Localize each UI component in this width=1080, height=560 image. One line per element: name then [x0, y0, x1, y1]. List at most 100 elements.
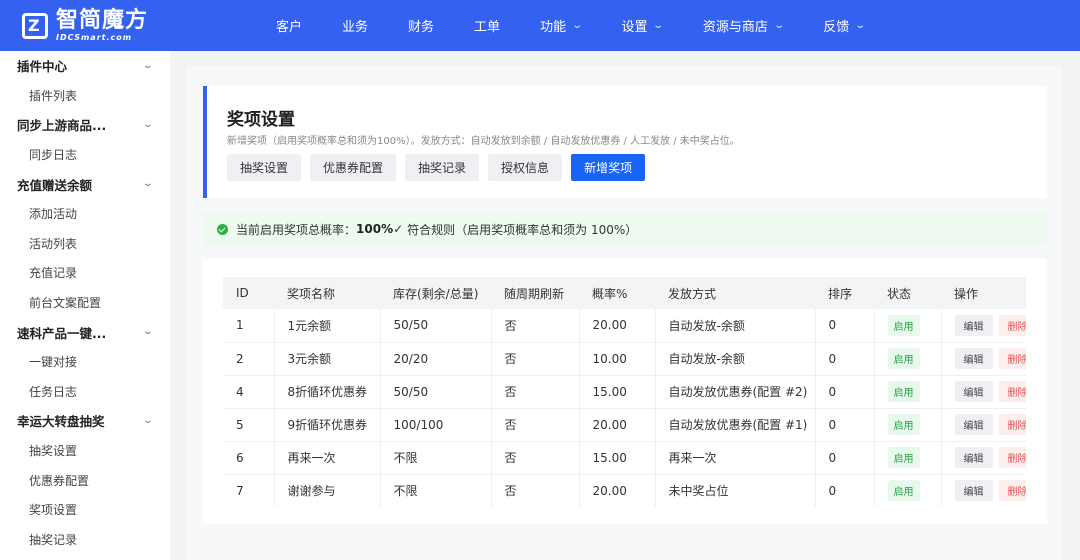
sidebar-item-label: 充值记录	[29, 266, 78, 281]
column-header: 排序	[815, 277, 874, 309]
status-badge: 启用	[887, 381, 920, 402]
edit-button[interactable]: 编辑	[954, 348, 993, 369]
cell-refresh: 否	[491, 309, 580, 343]
sidebar-item[interactable]: 插件列表	[0, 81, 170, 111]
chevron-down-icon: ⌄	[652, 20, 665, 31]
status-badge: 启用	[887, 414, 920, 435]
sidebar-item[interactable]: 抽奖设置	[0, 436, 170, 466]
cell-sort: 0	[815, 342, 875, 376]
cell-stock: 50/50	[380, 375, 492, 409]
page-title: 奖项设置	[227, 110, 295, 130]
sidebar-item-label: 添加活动	[29, 207, 78, 222]
cell-status: 启用	[874, 474, 942, 507]
table-row: 2 3元余额 20/20 否 10.00 自动发放-余额 0 启用 编辑 删除	[223, 342, 1026, 376]
sidebar-item[interactable]: 同步日志	[0, 140, 170, 170]
sidebar-item[interactable]: 优惠券配置	[0, 465, 170, 495]
column-header: 随周期刷新	[491, 277, 579, 309]
sidebar-group[interactable]: 充值赠送余额 ⌄	[0, 169, 170, 199]
cell-sort: 0	[815, 408, 875, 442]
sidebar-item[interactable]: 一键对接	[0, 347, 170, 377]
cell-stock: 50/50	[380, 309, 492, 343]
edit-button[interactable]: 编辑	[954, 447, 993, 468]
sidebar-item-label: 一键对接	[29, 355, 78, 370]
edit-button[interactable]: 编辑	[954, 480, 993, 501]
nav-item-label: 财务	[408, 20, 435, 35]
logo-mark-icon: Z	[22, 13, 48, 39]
sidebar-item-label: 抽奖记录	[29, 532, 78, 547]
delete-button[interactable]: 删除	[998, 480, 1026, 501]
sidebar-group-label: 速科产品一键...	[17, 325, 107, 341]
sidebar-item[interactable]: 前台文案配置	[0, 288, 170, 318]
tab-button-4[interactable]: 新增奖项	[571, 154, 646, 181]
nav-item-5[interactable]: 设置 ⌄	[601, 0, 682, 51]
tab-button-3[interactable]: 授权信息	[488, 154, 563, 181]
sidebar-item-label: 插件列表	[29, 88, 78, 103]
sidebar-item-label: 任务日志	[29, 384, 78, 399]
cell-stock: 20/20	[380, 342, 492, 376]
sidebar-item[interactable]: 活动列表	[0, 229, 170, 259]
cell-refresh: 否	[491, 408, 580, 442]
tab-button-1[interactable]: 优惠券配置	[310, 154, 397, 181]
nav-item-1[interactable]: 业务	[322, 0, 388, 51]
sidebar-item[interactable]: 奖项设置	[0, 495, 170, 525]
status-badge: 启用	[887, 314, 920, 336]
nav-item-3[interactable]: 工单	[454, 0, 520, 51]
sidebar-group-label: 幸运大转盘抽奖	[17, 414, 105, 430]
nav-item-4[interactable]: 功能 ⌄	[520, 0, 601, 51]
table-row: 7 谢谢参与 不限否 20.00 未中奖占位 0 启用 编辑 删除	[223, 474, 1026, 507]
sidebar-item[interactable]: 充值记录	[0, 258, 170, 288]
chevron-down-icon: ⌄	[773, 20, 785, 31]
cell-prob: 15.00	[579, 375, 656, 409]
logo[interactable]: Z 智简魔方 IDCSmart.com	[22, 10, 148, 42]
cell-method: 自动发放优惠券(配置 #2)	[655, 375, 816, 409]
page-description: 新增奖项（启用奖项概率总和须为100%）。发放方式：自动发放到余额 / 自动发放…	[227, 136, 740, 147]
edit-button[interactable]: 编辑	[954, 414, 993, 435]
nav-item-label: 功能	[540, 20, 567, 35]
nav-item-label: 反馈	[823, 20, 850, 35]
table-row: 6 再来一次 不限否 15.00 再来一次 0 启用 编辑 删除	[223, 441, 1026, 475]
sidebar-group[interactable]: 幸运大转盘抽奖 ⌄	[0, 406, 170, 436]
cell-prob: 15.00	[579, 441, 656, 475]
sidebar-item[interactable]: 抽奖记录	[0, 525, 170, 555]
delete-button[interactable]: 删除	[998, 314, 1026, 336]
delete-button[interactable]: 删除	[998, 447, 1026, 468]
sidebar-item-label: 同步日志	[29, 148, 78, 163]
tab-button-0[interactable]: 抽奖设置	[227, 154, 302, 181]
cell-prob: 20.00	[579, 408, 656, 442]
cell-refresh: 否	[491, 474, 580, 507]
notice-rule: 符合规则（启用奖项概率总和须为 100%）	[407, 222, 638, 237]
edit-button[interactable]: 编辑	[954, 381, 993, 402]
cell-id: 4	[223, 375, 275, 409]
sidebar-item-label: 活动列表	[29, 236, 78, 251]
sidebar-item[interactable]: 任务日志	[0, 377, 170, 407]
sidebar-group[interactable]: 同步上游商品... ⌄	[0, 110, 170, 140]
chevron-down-icon: ⌄	[142, 119, 154, 130]
cell-actions: 编辑 删除	[941, 309, 1026, 343]
cell-id: 1	[223, 309, 275, 343]
nav-item-2[interactable]: 财务	[388, 0, 454, 51]
nav-item-7[interactable]: 反馈 ⌄	[803, 0, 884, 51]
cell-status: 启用	[874, 441, 942, 475]
nav-item-0[interactable]: 客户	[256, 0, 322, 51]
nav-item-label: 工单	[474, 20, 501, 35]
nav-item-6[interactable]: 资源与商店 ⌄	[683, 0, 803, 51]
sidebar-group[interactable]: 速科产品一键... ⌄	[0, 317, 170, 347]
delete-button[interactable]: 删除	[998, 414, 1026, 435]
sidebar-item[interactable]: 添加活动	[0, 199, 170, 229]
column-header: 发放方式	[655, 277, 815, 309]
nav-item-label: 业务	[342, 20, 369, 35]
cell-method: 未中奖占位	[655, 474, 816, 507]
tab-button-2[interactable]: 抽奖记录	[405, 154, 480, 181]
cell-status: 启用	[874, 408, 942, 442]
chevron-down-icon: ⌄	[571, 20, 584, 31]
delete-button[interactable]: 删除	[998, 348, 1026, 369]
sidebar-group[interactable]: 插件中心 ⌄	[0, 51, 170, 81]
column-header: 库存(剩余/总量)	[380, 277, 491, 309]
column-header: 奖项名称	[274, 277, 380, 309]
table-scroll-area[interactable]: ID 奖项名称 库存(剩余/总量) 随周期刷新 概率% 发放方式 排序 状态 操作 1 1元余额 5…	[223, 277, 1026, 507]
sidebar: 插件中心 ⌄ 插件列表同步上游商品... ⌄ 同步日志充值赠送余额 ⌄ 添加活动活动列表充值…	[0, 51, 170, 560]
delete-button[interactable]: 删除	[998, 381, 1026, 402]
cell-method: 自动发放优惠券(配置 #1)	[655, 408, 816, 442]
edit-button[interactable]: 编辑	[954, 314, 993, 336]
table-row: 5 9折循环优惠券 100/100 否 20.00 自动发放优惠券(配置 #1) 0 启用 编辑…	[223, 408, 1026, 442]
